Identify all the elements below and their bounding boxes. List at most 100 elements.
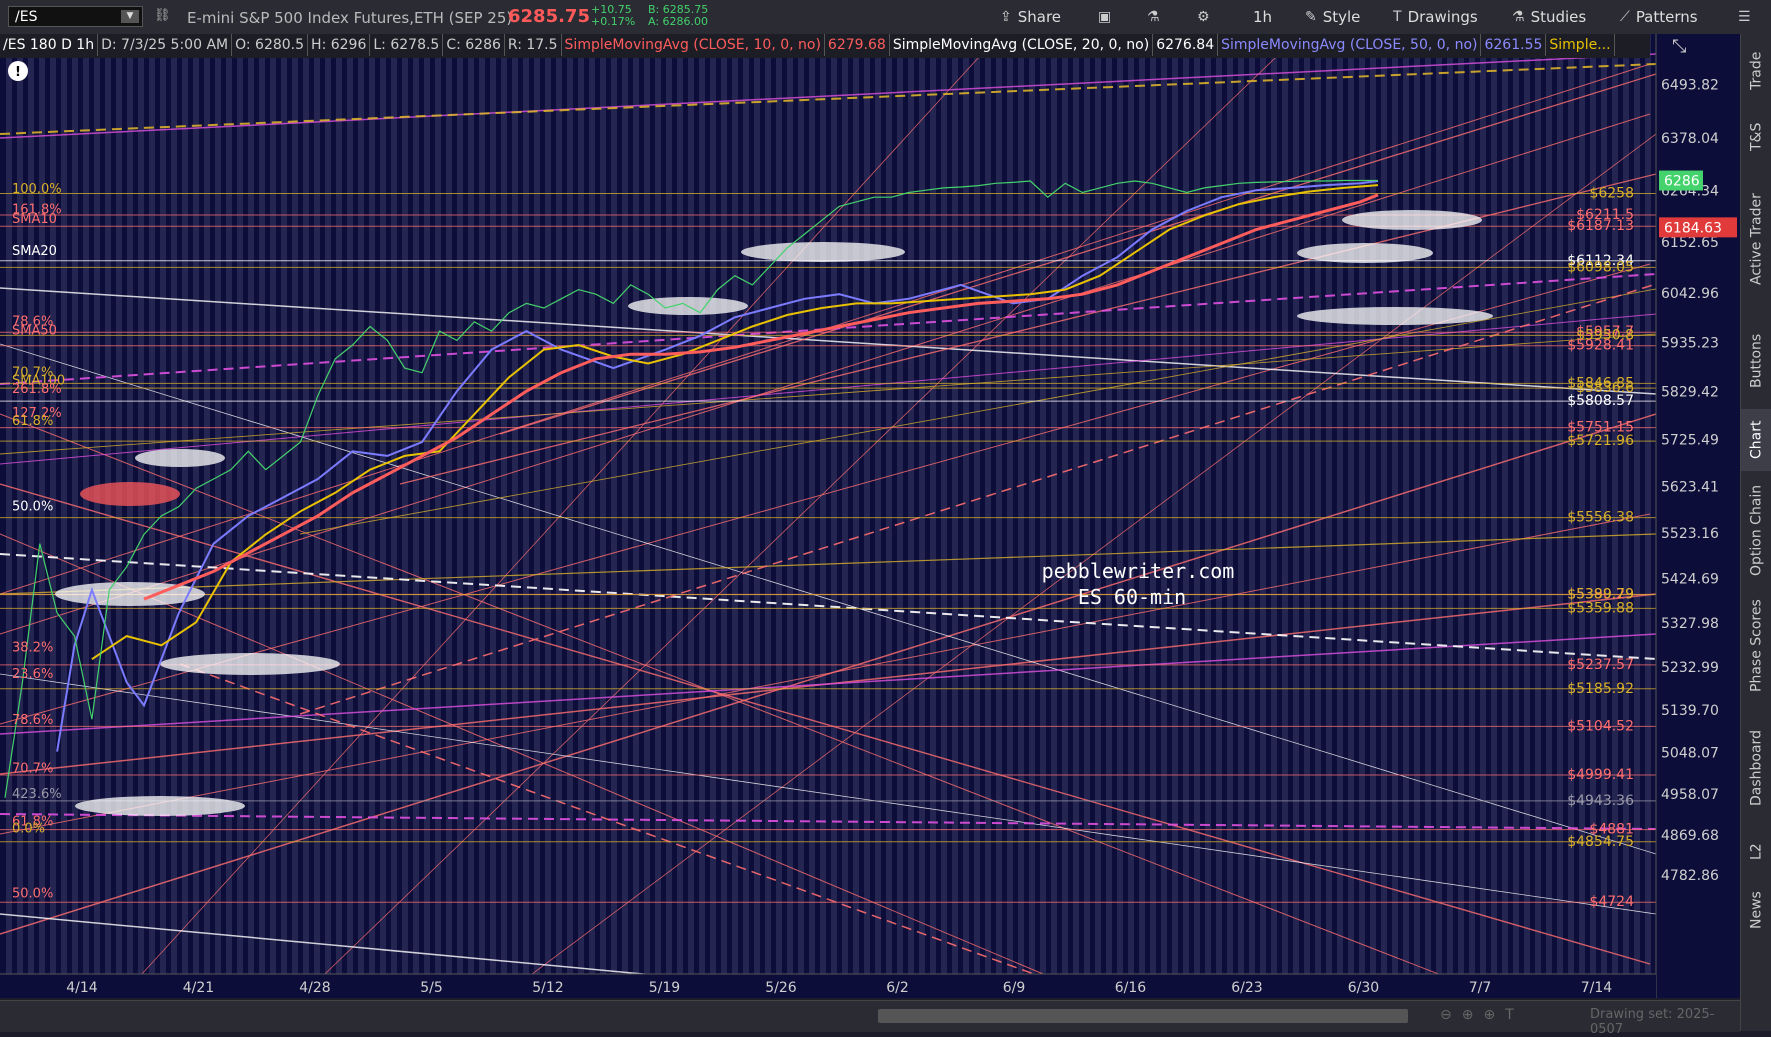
session-stripe xyxy=(952,34,958,998)
change-percent: +0.17% xyxy=(591,15,636,28)
menu-button[interactable]: ☰ xyxy=(1738,7,1751,27)
y-tick-label: 5424.69 xyxy=(1661,571,1719,587)
left-level-label: 70.7% xyxy=(12,762,53,777)
symbol-selector[interactable]: /ES ▼ xyxy=(8,6,143,27)
time-scrollbar-thumb[interactable] xyxy=(878,1009,1408,1023)
session-stripe xyxy=(545,34,551,998)
session-stripe xyxy=(1106,34,1112,998)
tab-buttons[interactable]: Buttons xyxy=(1741,322,1771,400)
session-stripe xyxy=(127,34,133,998)
chevron-down-icon[interactable]: ▼ xyxy=(121,10,139,23)
flask-button[interactable]: ⚗ xyxy=(1147,7,1160,27)
y-tick-label: 4869.68 xyxy=(1661,828,1719,844)
session-stripe xyxy=(820,34,826,998)
session-stripe xyxy=(1546,34,1552,998)
share-icon: ⇪ xyxy=(1000,9,1012,25)
collapse-icon[interactable]: ⤡ xyxy=(1672,36,1686,57)
info-period: /ES 180 D 1h xyxy=(0,34,99,56)
interval-button[interactable]: 1h xyxy=(1253,7,1272,27)
tab-trade[interactable]: Trade xyxy=(1741,42,1771,100)
session-stripe xyxy=(1172,34,1178,998)
y-tick-label: 6042.96 xyxy=(1661,286,1719,302)
session-stripe xyxy=(149,34,155,998)
tab-t-s[interactable]: T&S xyxy=(1741,112,1771,162)
session-stripe xyxy=(39,34,45,998)
y-tick-label: 5523.16 xyxy=(1661,526,1719,542)
left-level-label: 23.6% xyxy=(12,667,53,682)
snapshot-button[interactable]: ▣ xyxy=(1098,7,1111,27)
session-stripe xyxy=(897,34,903,998)
share-button[interactable]: ⇪ Share xyxy=(1000,7,1061,27)
right-level-label: $5808.57 xyxy=(1567,393,1634,409)
patterns-button[interactable]: ⟋ Patterns xyxy=(1620,7,1698,27)
highlight-ellipse xyxy=(80,482,180,506)
session-stripe xyxy=(567,34,573,998)
interval-label: 1h xyxy=(1253,8,1273,26)
style-button[interactable]: ✎ Style xyxy=(1305,7,1360,27)
right-level-label: $5556.38 xyxy=(1567,510,1634,526)
session-stripe xyxy=(28,34,34,998)
left-level-label: SMA20 xyxy=(12,244,57,259)
tab-active-trader[interactable]: Active Trader xyxy=(1741,174,1771,304)
left-level-label: 78.6% xyxy=(12,713,53,728)
patterns-label: Patterns xyxy=(1635,8,1698,26)
left-level-label: 261.8% xyxy=(12,382,62,397)
tab-news[interactable]: News xyxy=(1741,880,1771,940)
highlight-ellipse xyxy=(160,653,340,675)
right-level-label: $4854.75 xyxy=(1567,834,1634,850)
session-stripe xyxy=(842,34,848,998)
price-axis: 6493.826378.046264.346152.656042.965935.… xyxy=(1655,34,1740,998)
session-stripe xyxy=(853,34,859,998)
link-icon[interactable]: ⛓ xyxy=(154,8,171,23)
settings-button[interactable]: ⚙ xyxy=(1197,7,1210,27)
y-tick-label: 5623.41 xyxy=(1661,480,1719,496)
left-level-label: SMA50 xyxy=(12,324,57,339)
x-tick-label: 5/12 xyxy=(532,980,563,996)
session-stripe xyxy=(1469,34,1475,998)
session-stripe xyxy=(1029,34,1035,998)
alert-icon[interactable]: ! xyxy=(8,61,28,81)
right-level-label: $4999.41 xyxy=(1567,767,1634,783)
tab-phase-scores[interactable]: Phase Scores xyxy=(1741,587,1771,705)
left-level-label: 38.2% xyxy=(12,641,53,656)
bottom-scrollbar: ⊖⊕⊕T Drawing set: 2025-0507 xyxy=(0,1000,1740,1037)
tab-dashboard[interactable]: Dashboard xyxy=(1741,713,1771,823)
y-tick-label: 6378.04 xyxy=(1661,131,1719,147)
highlight-ellipse xyxy=(135,449,225,467)
session-stripe xyxy=(1414,34,1420,998)
session-stripe xyxy=(380,34,386,998)
style-icon: ✎ xyxy=(1305,9,1317,25)
tab-l2[interactable]: L2 xyxy=(1741,832,1771,872)
studies-button[interactable]: ⚗ Studies xyxy=(1512,7,1586,27)
instrument-description: E-mini S&P 500 Index Futures,ETH (SEP 25… xyxy=(187,9,513,27)
right-level-label: $6258 xyxy=(1589,185,1634,201)
info-open: O: 6280.5 xyxy=(232,34,309,56)
share-label: Share xyxy=(1017,8,1062,26)
drawings-button[interactable]: T Drawings xyxy=(1393,7,1478,27)
session-stripe xyxy=(490,34,496,998)
top-toolbar: /ES ▼ ⛓ E-mini S&P 500 Index Futures,ETH… xyxy=(0,0,1771,35)
session-stripe xyxy=(1227,34,1233,998)
tab-chart[interactable]: Chart xyxy=(1741,409,1771,471)
session-stripe xyxy=(1381,34,1387,998)
x-tick-label: 7/14 xyxy=(1581,980,1613,996)
session-stripe xyxy=(424,34,430,998)
chart-svg[interactable]: 100.0%161.8%SMA10SMA2078.6%SMA5070.7%SMA… xyxy=(0,33,1740,999)
info-more: Simple... xyxy=(1546,34,1615,56)
session-stripe xyxy=(985,34,991,998)
session-stripe xyxy=(1007,34,1013,998)
highlight-ellipse xyxy=(741,242,905,262)
zoom-icons[interactable]: ⊖⊕⊕T xyxy=(1440,1007,1524,1023)
session-stripe xyxy=(644,34,650,998)
info-date: D: 7/3/25 5:00 AM xyxy=(98,34,233,56)
session-stripe xyxy=(655,34,661,998)
session-stripe xyxy=(512,34,518,998)
chart-area[interactable]: 100.0% 161.8% SMA10 SMA20 78.6% SMA50 70.7% SMA… xyxy=(0,33,1740,999)
session-stripe xyxy=(523,34,529,998)
session-stripe xyxy=(1557,34,1563,998)
tab-option-chain[interactable]: Option Chain xyxy=(1741,480,1771,580)
session-stripe xyxy=(325,34,331,998)
session-stripe xyxy=(1502,34,1508,998)
session-stripe xyxy=(622,34,628,998)
session-stripe xyxy=(1194,34,1200,998)
